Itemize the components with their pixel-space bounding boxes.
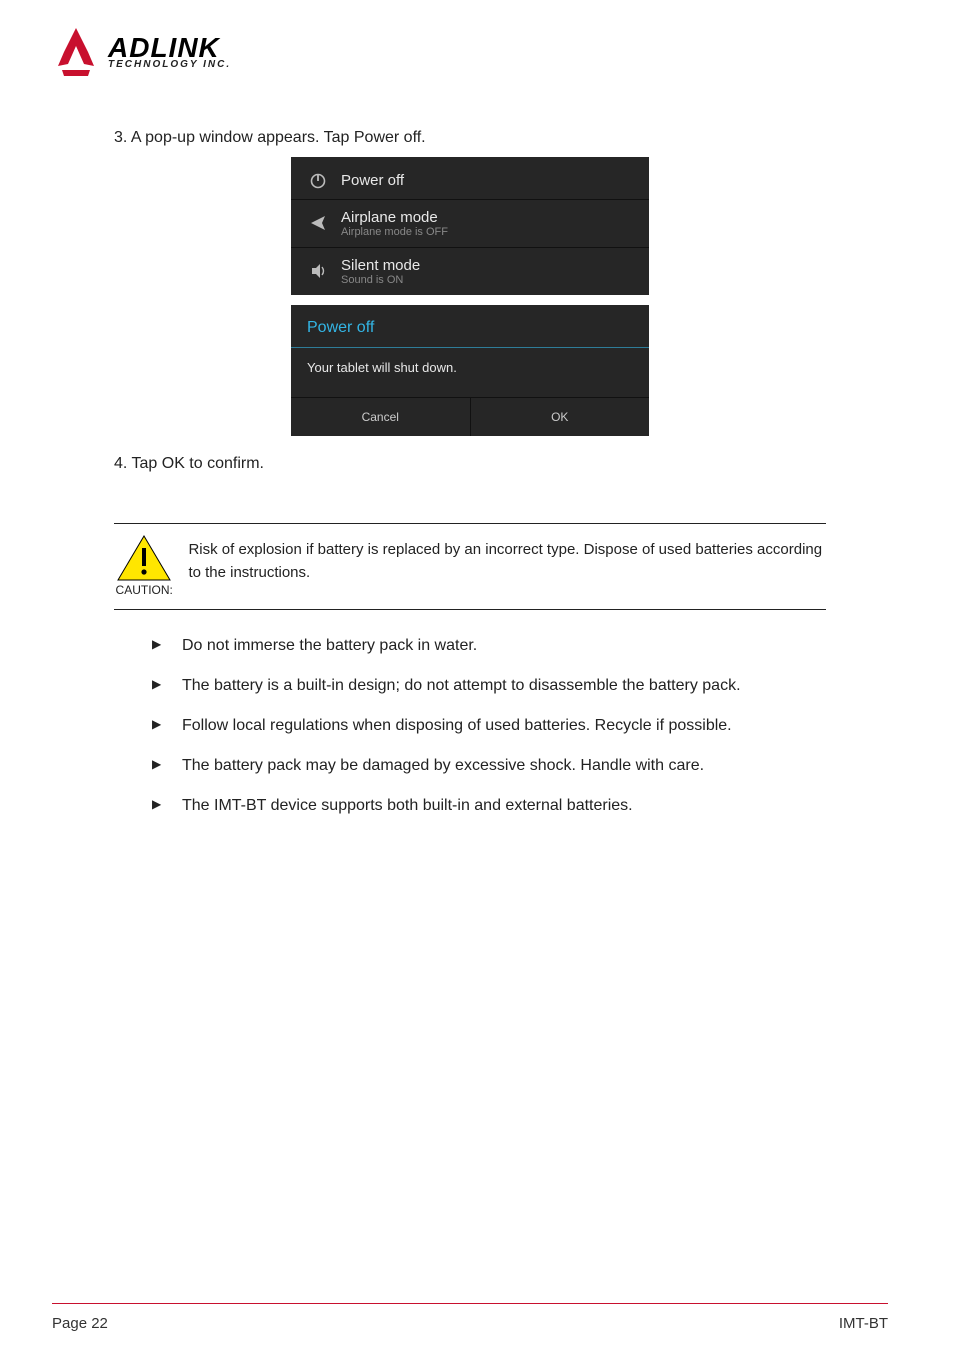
airplane-icon — [305, 214, 331, 232]
menu-item-power-off[interactable]: Power off — [291, 163, 649, 200]
list-item: ▶The battery pack may be damaged by exce… — [152, 754, 826, 778]
list-item: ▶The battery is a built-in design; do no… — [152, 674, 826, 698]
header-logo: ADLINK TECHNOLOGY INC. — [52, 26, 888, 78]
guidance-list: ▶Do not immerse the battery pack in wate… — [152, 634, 826, 818]
bullet-icon: ▶ — [152, 634, 170, 658]
caution-block: CAUTION: Risk of explosion if battery is… — [114, 523, 826, 610]
doc-title: IMT-BT — [839, 1315, 888, 1332]
dialog-title: Power off — [291, 305, 649, 343]
list-item: ▶Follow local regulations when disposing… — [152, 714, 826, 738]
step-3-text: 3. A pop-up window appears. Tap Power of… — [114, 126, 868, 151]
step-4-text: 4. Tap OK to confirm. — [114, 452, 868, 477]
logo-subtext: TECHNOLOGY INC. — [108, 60, 231, 69]
menu-item-label: Airplane mode — [341, 209, 448, 226]
footer-rule — [52, 1303, 888, 1304]
cancel-button[interactable]: Cancel — [291, 398, 470, 436]
power-menu-screenshot: Power off Airplane mode Airplane mode is… — [291, 157, 649, 436]
logo-text: ADLINK — [108, 35, 231, 60]
power-icon — [305, 172, 331, 190]
menu-item-airplane[interactable]: Airplane mode Airplane mode is OFF — [291, 200, 649, 248]
menu-item-subtext: Sound is ON — [341, 274, 420, 286]
logo-mark — [52, 26, 100, 78]
warning-icon — [116, 534, 172, 582]
page-number: Page 22 — [52, 1315, 108, 1332]
menu-item-label: Silent mode — [341, 257, 420, 274]
ok-button[interactable]: OK — [471, 398, 650, 436]
footer: Page 22 IMT-BT — [52, 1315, 888, 1332]
confirm-dialog: Power off Your tablet will shut down. Ca… — [291, 305, 649, 436]
caution-label: CAUTION: — [116, 583, 173, 597]
bullet-icon: ▶ — [152, 754, 170, 778]
list-item: ▶Do not immerse the battery pack in wate… — [152, 634, 826, 658]
dialog-message: Your tablet will shut down. — [291, 348, 649, 397]
bullet-icon: ▶ — [152, 674, 170, 698]
menu-item-subtext: Airplane mode is OFF — [341, 226, 448, 238]
menu-item-label: Power off — [341, 172, 404, 189]
bullet-icon: ▶ — [152, 794, 170, 818]
list-item: ▶The IMT-BT device supports both built-i… — [152, 794, 826, 818]
bullet-icon: ▶ — [152, 714, 170, 738]
sound-icon — [305, 262, 331, 280]
caution-text: Risk of explosion if battery is replaced… — [188, 534, 826, 597]
menu-item-silent[interactable]: Silent mode Sound is ON — [291, 248, 649, 295]
